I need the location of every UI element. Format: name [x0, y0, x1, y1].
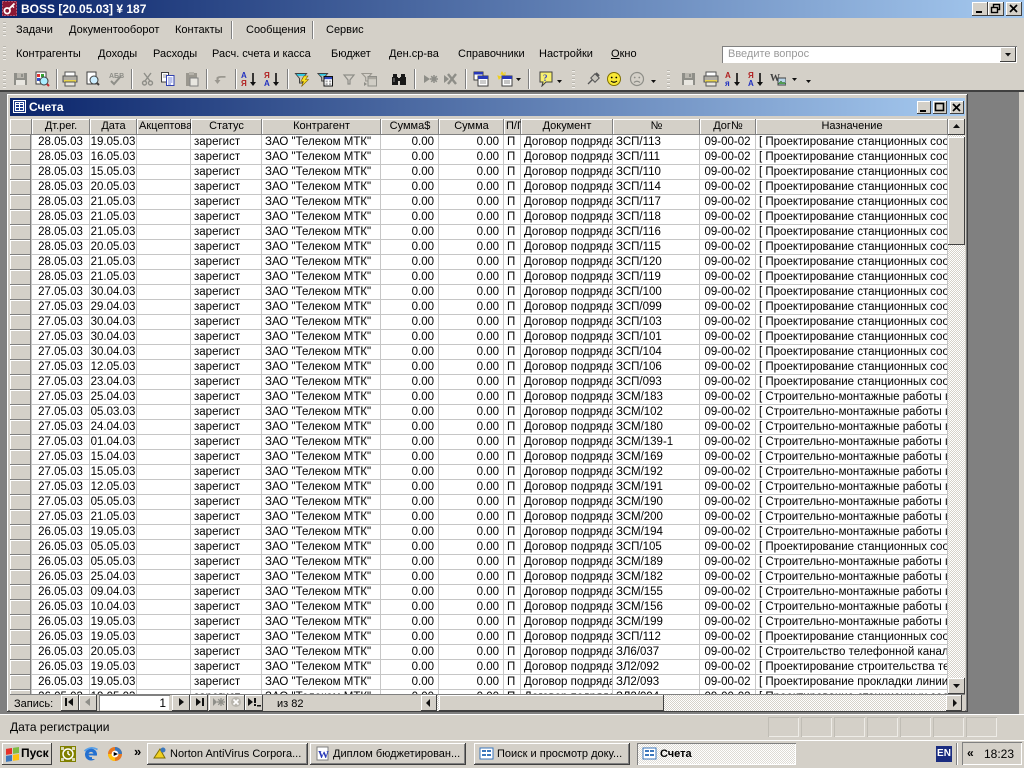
svg-text:АБВ: АБВ	[109, 73, 124, 80]
svg-text:Я: Я	[241, 79, 247, 87]
svg-text:А: А	[748, 79, 754, 87]
svg-text:я: я	[725, 79, 730, 87]
svg-text:А: А	[264, 79, 270, 87]
svg-text:?: ?	[543, 73, 548, 83]
svg-text:W: W	[318, 749, 329, 761]
